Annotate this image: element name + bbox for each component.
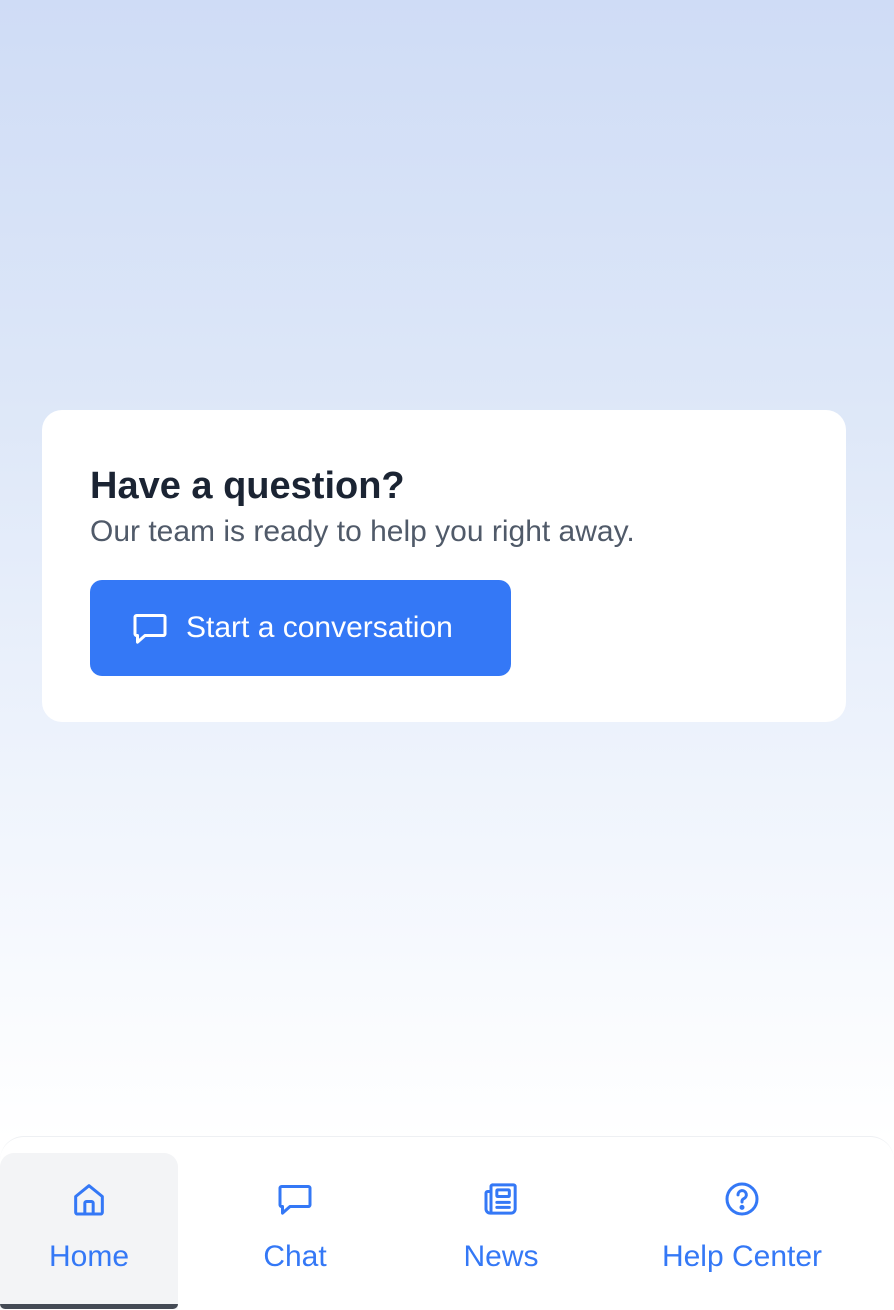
nav-label-help-center: Help Center xyxy=(661,1240,823,1273)
home-icon xyxy=(69,1179,109,1219)
newspaper-icon xyxy=(481,1179,521,1219)
start-conversation-label: Start a conversation xyxy=(186,611,453,644)
card-title: Have a question? xyxy=(90,465,405,507)
nav-label-home: Home xyxy=(48,1240,130,1273)
nav-label-chat: Chat xyxy=(263,1240,327,1273)
nav-item-home[interactable]: Home xyxy=(0,1153,178,1309)
app-root: Have a question? Our team is ready to he… xyxy=(0,0,894,1310)
nav-item-news[interactable]: News xyxy=(412,1137,590,1310)
bottom-navigation: Home Chat News Help Center xyxy=(0,1136,894,1310)
chat-bubble-icon xyxy=(130,608,170,648)
nav-item-chat[interactable]: Chat xyxy=(178,1137,412,1310)
card-subtitle: Our team is ready to help you right away… xyxy=(90,515,635,548)
question-card: Have a question? Our team is ready to he… xyxy=(42,410,846,722)
nav-label-news: News xyxy=(463,1240,539,1273)
chat-bubble-icon xyxy=(275,1179,315,1219)
start-conversation-button[interactable]: Start a conversation xyxy=(90,580,511,676)
nav-item-help-center[interactable]: Help Center xyxy=(590,1137,894,1310)
question-circle-icon xyxy=(722,1179,762,1219)
